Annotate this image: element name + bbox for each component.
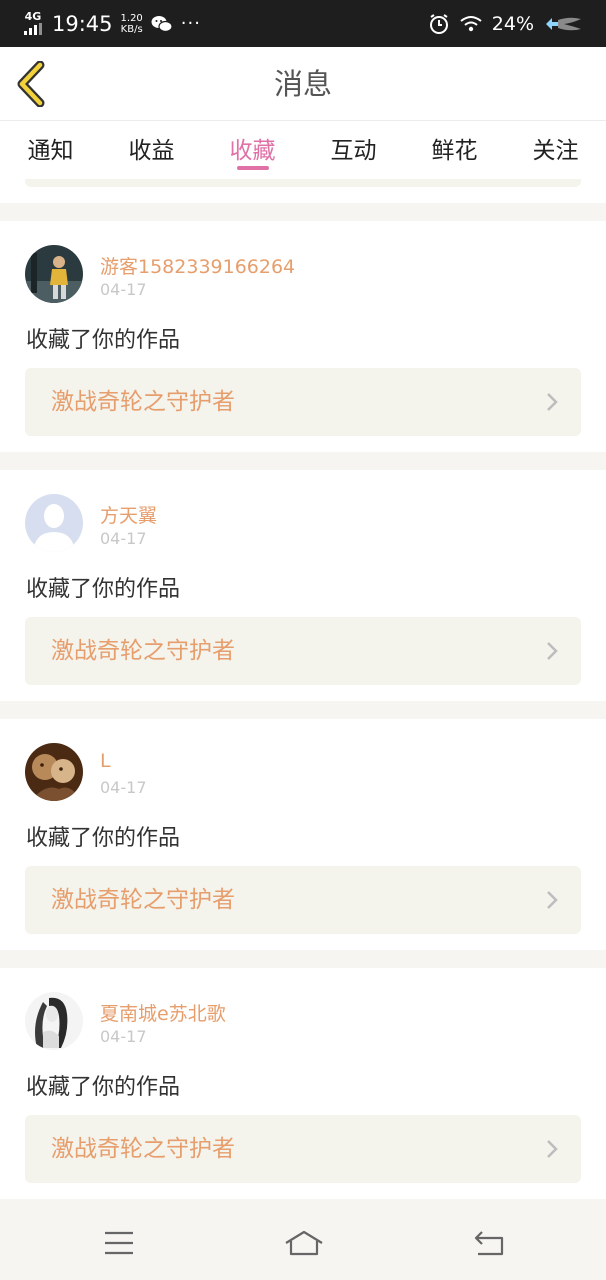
username[interactable]: 方天翼: [100, 501, 157, 528]
action-text: 收藏了你的作品: [26, 1075, 181, 1100]
home-icon: [285, 1230, 323, 1256]
tab-label: 关注: [532, 138, 579, 164]
avatar[interactable]: [25, 743, 83, 801]
photo-avatar-icon: [25, 245, 83, 303]
active-tab-indicator: [236, 166, 269, 170]
tab-label: 收益: [128, 138, 175, 164]
timestamp: 04-17: [100, 529, 147, 548]
network-type: 4G: [24, 10, 42, 23]
avatar[interactable]: [25, 245, 83, 303]
avatar[interactable]: [25, 494, 83, 552]
wifi-icon: [460, 15, 482, 31]
chevron-right-icon: [547, 1140, 558, 1158]
timestamp: 04-17: [100, 778, 147, 797]
app-header: 消息: [0, 47, 606, 121]
system-nav-bar: [0, 1207, 606, 1280]
chevron-right-icon: [547, 642, 558, 660]
chevron-right-icon: [547, 891, 558, 909]
menu-icon: [105, 1231, 133, 1255]
return-icon: [474, 1231, 504, 1256]
tab-following[interactable]: 关注: [505, 121, 606, 179]
work-title: 激战奇轮之守护者: [51, 389, 235, 415]
timestamp: 04-17: [100, 280, 147, 299]
tab-label: 鲜花: [431, 138, 478, 164]
home-button[interactable]: [284, 1229, 324, 1257]
speed-value: 1.20: [120, 12, 143, 24]
timestamp: 04-17: [100, 1027, 147, 1046]
tab-label: 通知: [27, 138, 74, 164]
list-item: 方天翼 04-17 收藏了你的作品 激战奇轮之守护者: [0, 470, 606, 701]
cellular-signal-icon: 4G: [24, 10, 42, 35]
chevron-right-icon: [547, 393, 558, 411]
tab-favorites[interactable]: 收藏: [202, 121, 303, 179]
work-title: 激战奇轮之守护者: [51, 887, 235, 913]
action-text: 收藏了你的作品: [26, 328, 181, 353]
tab-interactions[interactable]: 互动: [303, 121, 404, 179]
work-link[interactable]: 激战奇轮之守护者: [25, 368, 581, 436]
battery-percent: 24%: [491, 12, 534, 35]
list-item: 夏南城e苏北歌 04-17 收藏了你的作品 激战奇轮之守护者: [0, 968, 606, 1199]
page-title: 消息: [273, 67, 332, 101]
tab-notifications[interactable]: 通知: [0, 121, 101, 179]
work-title: 激战奇轮之守护者: [51, 638, 235, 664]
network-speed: 1.20 KB/s: [121, 13, 143, 35]
work-link[interactable]: 激战奇轮之守护者: [25, 1115, 581, 1183]
avatar[interactable]: [25, 992, 83, 1050]
work-link[interactable]: 激战奇轮之守护者: [25, 866, 581, 934]
message-list[interactable]: 游客1582339166264 04-17 收藏了你的作品 激战奇轮之守护者 方…: [0, 179, 606, 1207]
sepia-photo-avatar-icon: [25, 743, 83, 801]
tab-label: 收藏: [229, 138, 276, 164]
work-title: 激战奇轮之守护者: [51, 1136, 235, 1162]
work-link[interactable]: 激战奇轮之守护者: [25, 617, 581, 685]
action-text: 收藏了你的作品: [26, 577, 181, 602]
more-notifications-icon: ···: [180, 13, 201, 34]
tab-flowers[interactable]: 鲜花: [404, 121, 505, 179]
tab-bar: 通知 收益 收藏 互动 鲜花 关注: [0, 121, 606, 179]
alarm-icon: [429, 13, 448, 34]
status-bar: 4G 19:45 1.20 KB/s ··· 24%: [0, 0, 606, 47]
back-nav-button[interactable]: [472, 1229, 506, 1257]
speed-unit: KB/s: [120, 23, 143, 35]
default-avatar-icon: [25, 494, 83, 552]
action-text: 收藏了你的作品: [26, 826, 181, 851]
tab-label: 互动: [330, 138, 377, 164]
sketch-avatar-icon: [25, 992, 83, 1050]
tab-earnings[interactable]: 收益: [101, 121, 202, 179]
list-item: L 04-17 收藏了你的作品 激战奇轮之守护者: [0, 719, 606, 950]
clock: 19:45: [52, 11, 113, 36]
battery-icon: [546, 17, 581, 30]
work-box-partial: [25, 179, 581, 187]
username[interactable]: L: [100, 750, 111, 772]
username[interactable]: 游客1582339166264: [100, 252, 295, 279]
menu-button[interactable]: [102, 1229, 136, 1257]
username[interactable]: 夏南城e苏北歌: [100, 999, 226, 1026]
list-item: 游客1582339166264 04-17 收藏了你的作品 激战奇轮之守护者: [0, 221, 606, 452]
list-item-partial: [0, 179, 606, 203]
wechat-icon: [151, 15, 173, 32]
